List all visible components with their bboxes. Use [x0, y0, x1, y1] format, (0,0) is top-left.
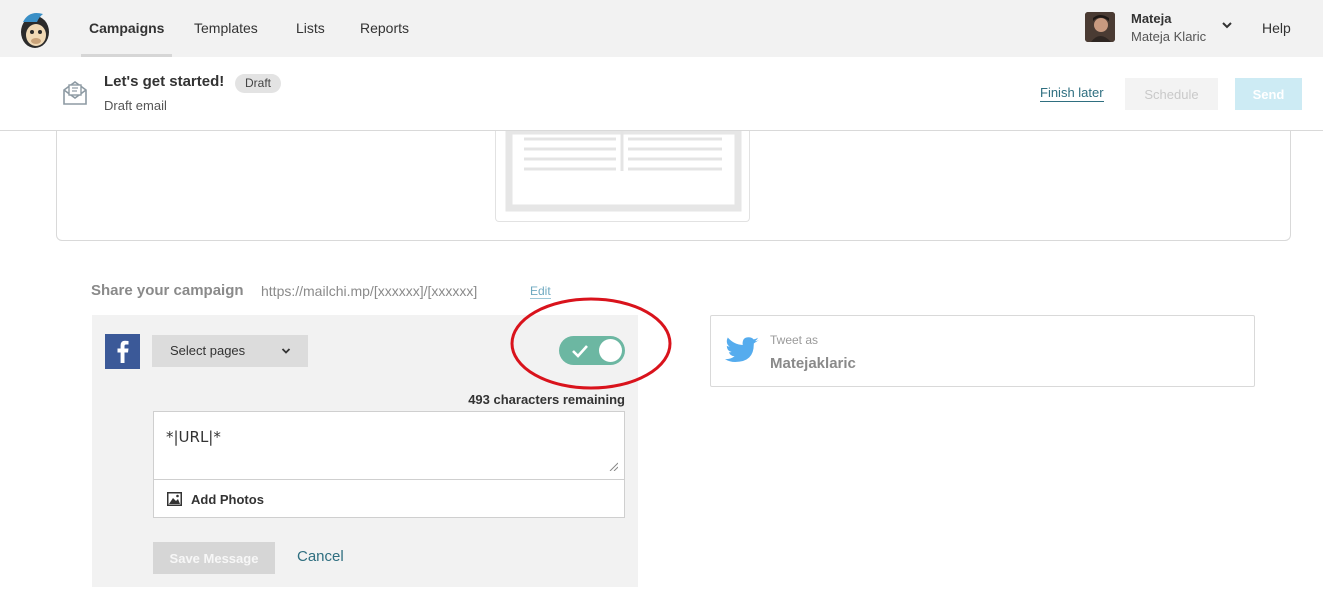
avatar[interactable]	[1085, 12, 1115, 42]
add-photos-button[interactable]: Add Photos	[191, 492, 264, 507]
share-label: Share your campaign	[91, 282, 244, 299]
nav-lists[interactable]: Lists	[296, 0, 325, 57]
page-subtitle: Draft email	[104, 98, 167, 113]
tweet-as-label: Tweet as	[770, 333, 819, 347]
schedule-button[interactable]: Schedule	[1125, 78, 1218, 110]
help-link[interactable]: Help	[1262, 0, 1291, 57]
top-nav: Campaigns Templates Lists Reports Mateja…	[0, 0, 1323, 57]
avatar-photo-icon	[1085, 12, 1115, 42]
save-message-button[interactable]: Save Message	[153, 542, 275, 574]
status-badge: Draft	[235, 74, 282, 93]
page-title: Let's get started!	[104, 73, 225, 90]
nav-templates[interactable]: Templates	[194, 0, 258, 57]
cancel-link[interactable]: Cancel	[297, 548, 344, 565]
message-textarea[interactable]: *|URL|*	[166, 428, 221, 446]
resize-handle-icon[interactable]	[608, 461, 618, 471]
facebook-icon	[105, 334, 140, 369]
envelope-icon	[63, 81, 87, 105]
mailchimp-logo-icon[interactable]	[15, 8, 55, 50]
select-pages-label: Select pages	[170, 343, 246, 358]
divider	[154, 479, 624, 480]
layout-preview-icon	[505, 127, 742, 212]
share-url: https://mailchi.mp/[xxxxxx]/[xxxxxx]	[261, 283, 478, 299]
email-thumbnail	[495, 127, 750, 222]
finish-later-link[interactable]: Finish later	[1040, 85, 1104, 102]
twitter-bird-icon	[724, 337, 759, 362]
user-name[interactable]: Mateja	[1131, 11, 1171, 26]
user-full-name[interactable]: Mateja Klaric	[1131, 29, 1206, 44]
message-editor[interactable]: *|URL|* Add Photos	[153, 411, 625, 518]
chevron-down-icon	[281, 348, 291, 354]
campaign-header: Let's get started! Draft Draft email Fin…	[0, 57, 1323, 131]
twitter-card[interactable]: Tweet as Matejaklaric	[710, 315, 1255, 387]
chevron-down-icon[interactable]	[1220, 18, 1234, 32]
nav-reports[interactable]: Reports	[360, 0, 409, 57]
twitter-username: Matejaklaric	[770, 355, 856, 372]
annotation-ellipse	[510, 297, 672, 390]
chars-remaining: 493 characters remaining	[468, 392, 625, 407]
image-icon[interactable]	[167, 492, 182, 506]
select-pages-dropdown[interactable]: Select pages	[152, 335, 308, 367]
send-button[interactable]: Send	[1235, 78, 1302, 110]
nav-campaigns[interactable]: Campaigns	[80, 0, 173, 57]
